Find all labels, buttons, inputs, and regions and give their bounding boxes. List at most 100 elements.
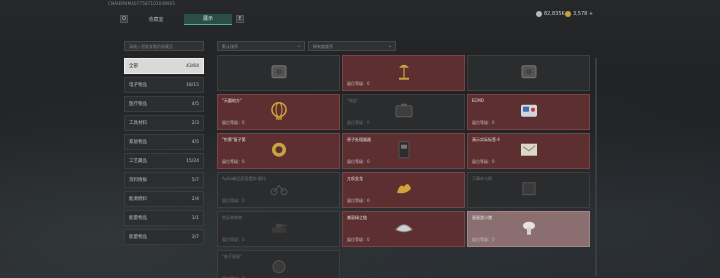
item-level: 展位等级：0 (347, 120, 370, 125)
item-name: 蛋蛋类小猪 (472, 215, 492, 220)
grid-scrollbar[interactable] (595, 58, 597, 276)
item-level: 展位等级：0 (222, 120, 245, 125)
silver-coin-icon (536, 11, 542, 17)
category-count: 3/7 (191, 234, 199, 240)
collection-item-card[interactable]: "电子鼓锤"展位等级：0 (217, 250, 340, 278)
globe-icon (266, 98, 292, 124)
category-label: 能量物品 (129, 216, 147, 221)
category-label: 工具材料 (129, 121, 147, 126)
device-icon (516, 59, 542, 85)
item-name: 美丽绿之链 (347, 215, 367, 220)
prev-tab-key[interactable]: Q (120, 15, 128, 23)
map-icon (516, 137, 542, 163)
gold-coin-icon (565, 11, 571, 17)
category-tools[interactable]: 工具材料 2/3 (124, 115, 204, 131)
collection-item-card[interactable]: 蛋蛋类小猪 展位等级：0 (467, 211, 590, 247)
collection-item-card[interactable]: "钞票"复子第 展位等级：0 (217, 133, 340, 169)
tab-collection[interactable]: 收藏室 (132, 14, 180, 25)
category-count: 1/1 (191, 215, 199, 221)
item-level: 展位等级：0 (347, 81, 370, 86)
bike-icon (266, 176, 292, 202)
silver-currency: 82,835K (536, 11, 565, 17)
collection-item-card[interactable]: ECMO 展位等级：0 (467, 94, 590, 130)
rarity-dropdown[interactable]: 稀有度顺序 ⌄ (308, 41, 396, 51)
category-label: 全部 (129, 64, 138, 69)
sort-dropdown-label: 默认排序 (222, 44, 238, 49)
collection-item-card[interactable]: 宫廷装饰物展位等级：0 (217, 211, 340, 247)
sort-dropdown[interactable]: 默认排序 ⌄ (217, 41, 305, 51)
item-level: 展位等级：0 (347, 159, 370, 164)
item-level: 展位等级：0 (347, 198, 370, 203)
item-name: 原子处理器器 (347, 137, 371, 142)
category-list: 全部 43/64 电子物品 18/15 医疗物品 4/5 工具材料 2/3 家居物品 4/… (124, 58, 204, 248)
item-name: 宫廷装饰物 (222, 215, 242, 220)
collection-item-card[interactable]: "天圆地方" 展位等级：0 (217, 94, 340, 130)
gold-amount: 3,578 + (573, 11, 594, 17)
tab-display[interactable]: 展示 (184, 13, 232, 25)
lamp-icon (391, 59, 417, 85)
search-input[interactable]: 请输入想要查看的收藏品 (124, 41, 204, 51)
category-crafts[interactable]: 工艺藏品 15/24 (124, 153, 204, 169)
radio-icon (391, 137, 417, 163)
shell-icon (391, 215, 417, 241)
category-count: 15/24 (186, 158, 199, 164)
item-name: 万事未与期 (472, 176, 492, 181)
collection-item-card[interactable]: 原子处理器器 展位等级：0 (342, 133, 465, 169)
category-count: 4/5 (191, 101, 199, 107)
collection-item-card[interactable]: 兀叹金龙展位等级：0 (342, 172, 465, 208)
item-name: "电子鼓锤" (222, 254, 242, 259)
rarity-dropdown-label: 稀有度顺序 (313, 44, 333, 49)
category-intel[interactable]: 资料情报 5/7 (124, 172, 204, 188)
item-name: 兀叹金龙 (347, 176, 363, 181)
gear-icon (266, 254, 292, 278)
next-tab-key[interactable]: E (236, 15, 244, 23)
category-count: 2/4 (191, 196, 199, 202)
case-icon (391, 98, 417, 124)
dragon-icon (391, 176, 417, 202)
category-count: 4/5 (191, 139, 199, 145)
chevron-down-icon: ⌄ (387, 43, 392, 49)
collection-item-card[interactable]: 万事未与期 (467, 172, 590, 208)
top-navigation: Q 收藏室 展示 E (120, 13, 244, 25)
item-name: Ayika精品家居摆饰·摩托 (222, 176, 266, 181)
item-level: 展位等级：0 (347, 237, 370, 242)
collection-item-card[interactable]: Ayika精品家居摆饰·摩托 展位等级：0 (217, 172, 340, 208)
collection-item-card[interactable]: 美丽绿之链展位等级：0 (342, 211, 465, 247)
collection-item-card[interactable]: "纯金" 展位等级：0 (342, 94, 465, 130)
item-name: 演示实际标签·4 (472, 137, 500, 142)
item-level: 展位等级：0 (222, 237, 245, 242)
device-icon (266, 59, 292, 85)
category-label: 家居物品 (129, 140, 147, 145)
category-medical[interactable]: 医疗物品 4/5 (124, 96, 204, 112)
collection-item-card[interactable] (217, 55, 340, 91)
ring-icon (266, 137, 292, 163)
item-name: "钞票"复子第 (222, 137, 246, 142)
category-energy[interactable]: 能源燃料 2/4 (124, 191, 204, 207)
mushroom-icon (516, 215, 542, 241)
category-label: 能量物品 (129, 235, 147, 240)
category-label: 医疗物品 (129, 102, 147, 107)
category-power-2[interactable]: 能量物品 3/7 (124, 229, 204, 245)
category-label: 资料情报 (129, 178, 147, 183)
category-electronics[interactable]: 电子物品 18/15 (124, 77, 204, 93)
gold-currency: 3,578 + (565, 11, 593, 17)
collection-grid: 展位等级：0 "天圆地方" 展位等级：0 "纯金" 展位等级：0 ECMO 展位等级：0 "钞… (217, 55, 592, 278)
item-name: "天圆地方" (222, 98, 242, 103)
category-household[interactable]: 家居物品 4/5 (124, 134, 204, 150)
box-icon (516, 176, 542, 202)
collection-item-card[interactable]: 演示实际标签·4 展位等级：0 (467, 133, 590, 169)
category-count: 5/7 (191, 177, 199, 183)
collection-item-card[interactable]: 展位等级：0 (342, 55, 465, 91)
item-level: 展位等级：0 (222, 159, 245, 164)
user-id-text: CNAIEM4M4077587102048905 (108, 1, 176, 6)
machine-icon (516, 98, 542, 124)
category-label: 工艺藏品 (129, 159, 147, 164)
item-level: 展位等级：0 (222, 198, 245, 203)
item-name: "纯金" (347, 98, 359, 103)
category-all[interactable]: 全部 43/64 (124, 58, 204, 74)
category-count: 43/64 (186, 63, 199, 69)
item-name: ECMO (472, 98, 484, 103)
item-level: 展位等级：0 (472, 159, 495, 164)
collection-item-card[interactable] (467, 55, 590, 91)
category-power[interactable]: 能量物品 1/1 (124, 210, 204, 226)
